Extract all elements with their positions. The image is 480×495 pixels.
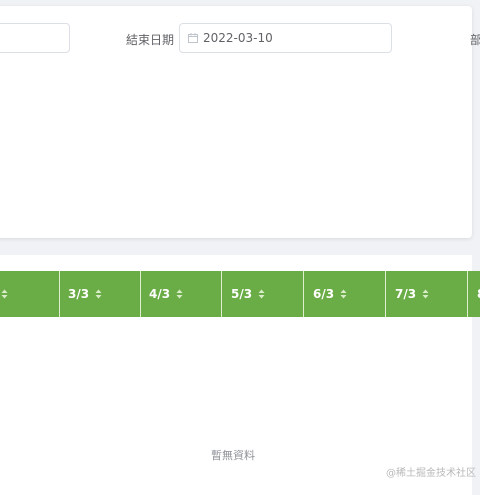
column-header-label: 5/3 [231,287,253,301]
sort-caret-icon[interactable] [176,289,183,299]
column-header[interactable]: 4/3 [141,271,222,317]
watermark: @稀土掘金技术社区 [386,468,476,479]
column-header[interactable]: 7/3 [387,271,468,317]
department-label: 部 [470,33,480,47]
end-date-label: 結束日期 [126,33,175,47]
end-date-input[interactable]: 2022-03-10 [179,23,392,53]
column-header-label: 4/3 [149,287,171,301]
column-header[interactable]: 6/3 [305,271,386,317]
column-header[interactable]: 8 [469,271,480,317]
column-header[interactable]: 5/3 [223,271,304,317]
empty-table-message: 暫無資料 [211,449,255,462]
sort-caret-icon[interactable] [95,289,102,299]
column-header-label: 6/3 [313,287,335,301]
start-date-input[interactable] [0,23,70,53]
column-header-label: 3/3 [68,287,90,301]
column-header[interactable]: 3 [0,271,60,317]
column-header[interactable]: 3/3 [60,271,141,317]
column-header-label: 7/3 [395,287,417,301]
sort-caret-icon[interactable] [340,289,347,299]
end-date-value: 2022-03-10 [203,31,273,45]
sort-caret-icon[interactable] [258,289,265,299]
sort-caret-icon[interactable] [422,289,429,299]
table-header-row: 3 3/3 4/3 5/3 6/3 7/3 [0,271,480,317]
calendar-icon [188,33,198,43]
sort-caret-icon[interactable] [1,289,8,299]
